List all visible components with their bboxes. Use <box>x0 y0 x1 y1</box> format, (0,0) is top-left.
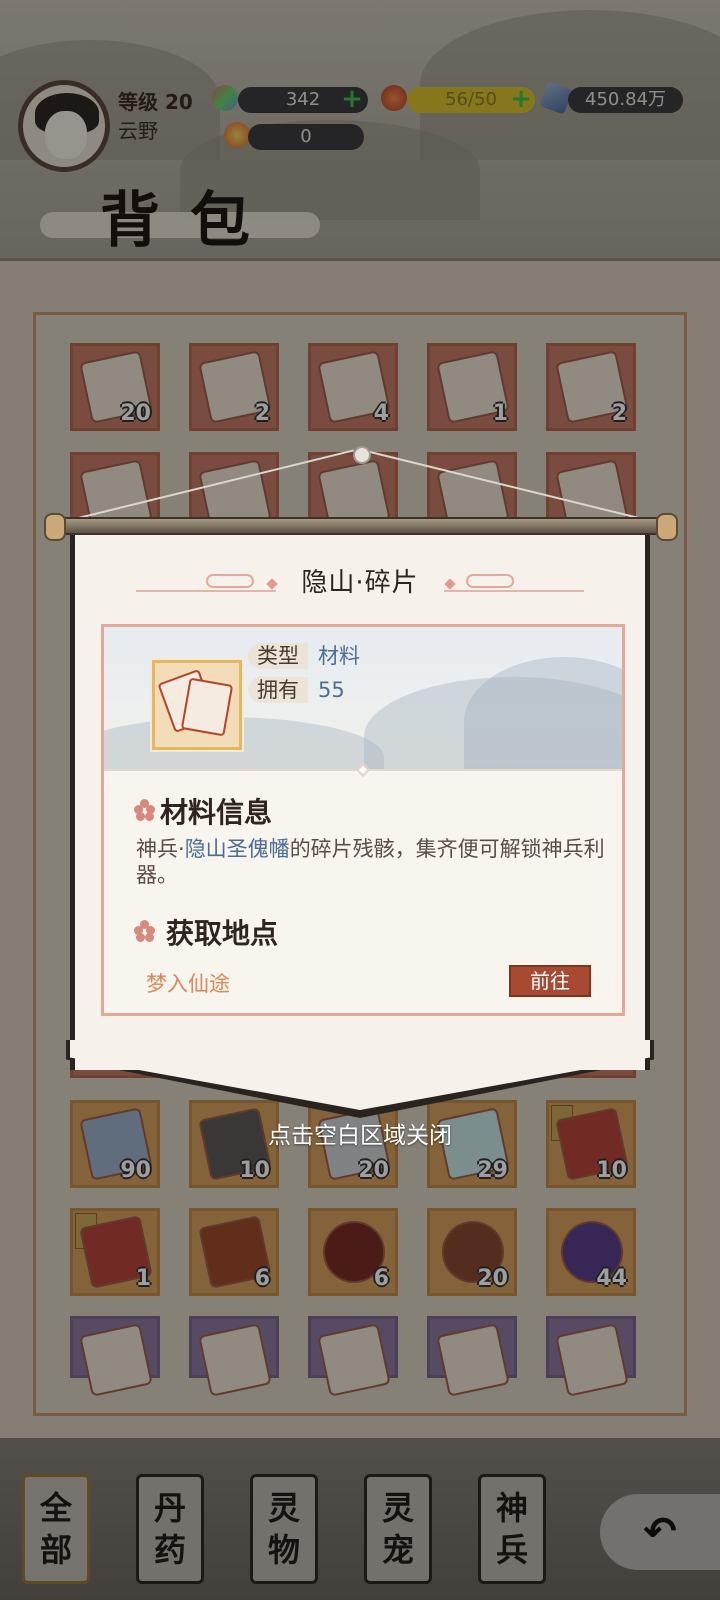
scroll-rod <box>44 513 678 541</box>
hanging-nail-icon <box>353 446 371 464</box>
goto-button[interactable]: 前往 <box>509 965 591 997</box>
rod-cap-icon <box>656 513 678 541</box>
flower-icon <box>134 799 156 821</box>
material-info-title: 材料信息 <box>160 796 273 829</box>
item-icon-frame <box>150 658 244 752</box>
desc-prefix: 神兵· <box>136 837 185 861</box>
flower-icon <box>134 920 156 942</box>
weapon-name-link[interactable]: 隐山圣傀幡 <box>185 837 290 861</box>
owned-label: 拥有 <box>248 677 308 703</box>
owned-value: 55 <box>318 678 345 702</box>
dialog-title: 隐山·碎片 <box>301 568 419 598</box>
fragment-icon <box>180 677 234 737</box>
item-description: 神兵·隐山圣傀幡的碎片残骸，集齐便可解锁神兵利器。 <box>136 836 606 888</box>
close-hint: 点击空白区域关闭 <box>268 1123 452 1149</box>
source-location: 梦入仙途 <box>146 972 230 996</box>
type-value: 材料 <box>318 644 360 668</box>
rod-cap-icon <box>44 513 66 541</box>
type-label: 类型 <box>248 643 308 669</box>
source-title: 获取地点 <box>166 917 279 950</box>
